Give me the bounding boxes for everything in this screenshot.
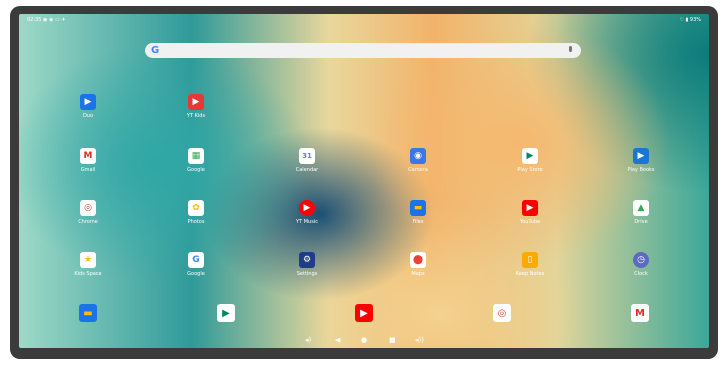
- recents-icon[interactable]: ■: [389, 336, 396, 344]
- google-g-icon: G: [151, 45, 160, 56]
- status-battery: ♡ ▮ 93%: [679, 17, 701, 23]
- app-label: Duo: [82, 113, 94, 119]
- google-icon: G: [188, 252, 204, 268]
- dock-play-store-icon[interactable]: ▶: [217, 304, 235, 322]
- app-label: Clock: [634, 271, 648, 277]
- keep-notes-icon: ▯: [522, 252, 538, 268]
- app-label: Camera: [408, 167, 428, 173]
- dock-youtube-icon[interactable]: ▶: [355, 304, 373, 322]
- app-label: YT Music: [296, 219, 318, 225]
- app-settings[interactable]: ⚙ Settings: [285, 252, 329, 290]
- app-folder-google[interactable]: ▦ Google: [174, 148, 218, 186]
- app-google[interactable]: G Google: [174, 252, 218, 290]
- google-folder-icon: ▦: [188, 148, 204, 164]
- app-label: Drive: [634, 219, 648, 225]
- play-store-icon: ▶: [522, 148, 538, 164]
- app-label: Files: [412, 219, 424, 225]
- kids-space-icon: ★: [80, 252, 96, 268]
- app-duo[interactable]: ▶ Duo: [66, 94, 110, 132]
- app-photos[interactable]: ✿ Photos: [174, 200, 218, 238]
- volume-up-icon[interactable]: ◂)): [415, 336, 424, 344]
- volume-down-icon[interactable]: ◂): [305, 336, 311, 344]
- app-gmail[interactable]: M Gmail: [66, 148, 110, 186]
- files-icon: ▬: [410, 200, 426, 216]
- video-icon: ▶: [80, 94, 96, 110]
- app-label: Maps: [411, 271, 425, 277]
- calendar-icon: 31: [299, 148, 315, 164]
- microphone-icon[interactable]: [569, 46, 572, 52]
- app-label: Calendar: [295, 167, 319, 173]
- settings-icon: ⚙: [299, 252, 315, 268]
- app-label: Settings: [296, 271, 318, 277]
- yt-kids-icon: ▶: [188, 94, 204, 110]
- camera-icon: ◉: [410, 148, 426, 164]
- app-files[interactable]: ▬ Files: [396, 200, 440, 238]
- dock-gmail-icon[interactable]: M: [631, 304, 649, 322]
- gmail-icon: M: [80, 148, 96, 164]
- app-label: Google: [187, 167, 205, 173]
- status-time: 02:35 ◉ ◉ ▭ ✈: [27, 17, 66, 23]
- maps-icon: ⬤: [410, 252, 426, 268]
- dock-files-icon[interactable]: ▬: [79, 304, 97, 322]
- app-camera[interactable]: ◉ Camera: [396, 148, 440, 186]
- app-label: Kids Space: [74, 271, 102, 277]
- app-label: Play Books: [627, 167, 655, 173]
- app-youtube[interactable]: ▶ YouTube: [508, 200, 552, 238]
- app-label: YT Kids: [186, 113, 206, 119]
- chrome-icon: ◎: [80, 200, 96, 216]
- app-play-store[interactable]: ▶ Play Store: [508, 148, 552, 186]
- app-label: Google: [187, 271, 205, 277]
- app-keep-notes[interactable]: ▯ Keep Notes: [508, 252, 552, 290]
- app-label: Keep Notes: [515, 271, 545, 277]
- app-chrome[interactable]: ◎ Chrome: [66, 200, 110, 238]
- app-clock[interactable]: ◷ Clock: [619, 252, 663, 290]
- app-label: YouTube: [519, 219, 541, 225]
- youtube-icon: ▶: [522, 200, 538, 216]
- app-calendar[interactable]: 31 Calendar: [285, 148, 329, 186]
- app-label: Chrome: [78, 219, 98, 225]
- back-icon[interactable]: ◀: [335, 336, 340, 344]
- app-label: Play Store: [517, 167, 543, 173]
- app-label: Photos: [187, 219, 205, 225]
- app-label: Gmail: [80, 167, 96, 173]
- play-books-icon: ▶: [633, 148, 649, 164]
- app-yt-kids[interactable]: ▶ YT Kids: [174, 94, 218, 132]
- drive-icon: ▲: [633, 200, 649, 216]
- status-bar: 02:35 ◉ ◉ ▭ ✈ ♡ ▮ 93%: [19, 14, 709, 26]
- app-play-books[interactable]: ▶ Play Books: [619, 148, 663, 186]
- clock-icon: ◷: [633, 252, 649, 268]
- app-drive[interactable]: ▲ Drive: [619, 200, 663, 238]
- home-icon[interactable]: ●: [361, 336, 367, 344]
- yt-music-icon: ▶: [299, 200, 315, 216]
- app-kids-space[interactable]: ★ Kids Space: [66, 252, 110, 290]
- dock-chrome-icon[interactable]: ◎: [493, 304, 511, 322]
- photos-icon: ✿: [188, 200, 204, 216]
- google-search-bar[interactable]: G: [145, 43, 581, 58]
- app-yt-music[interactable]: ▶ YT Music: [285, 200, 329, 238]
- home-screen: 02:35 ◉ ◉ ▭ ✈ ♡ ▮ 93% G ▶ Duo ▶ YT Kids …: [19, 14, 709, 348]
- app-maps[interactable]: ⬤ Maps: [396, 252, 440, 290]
